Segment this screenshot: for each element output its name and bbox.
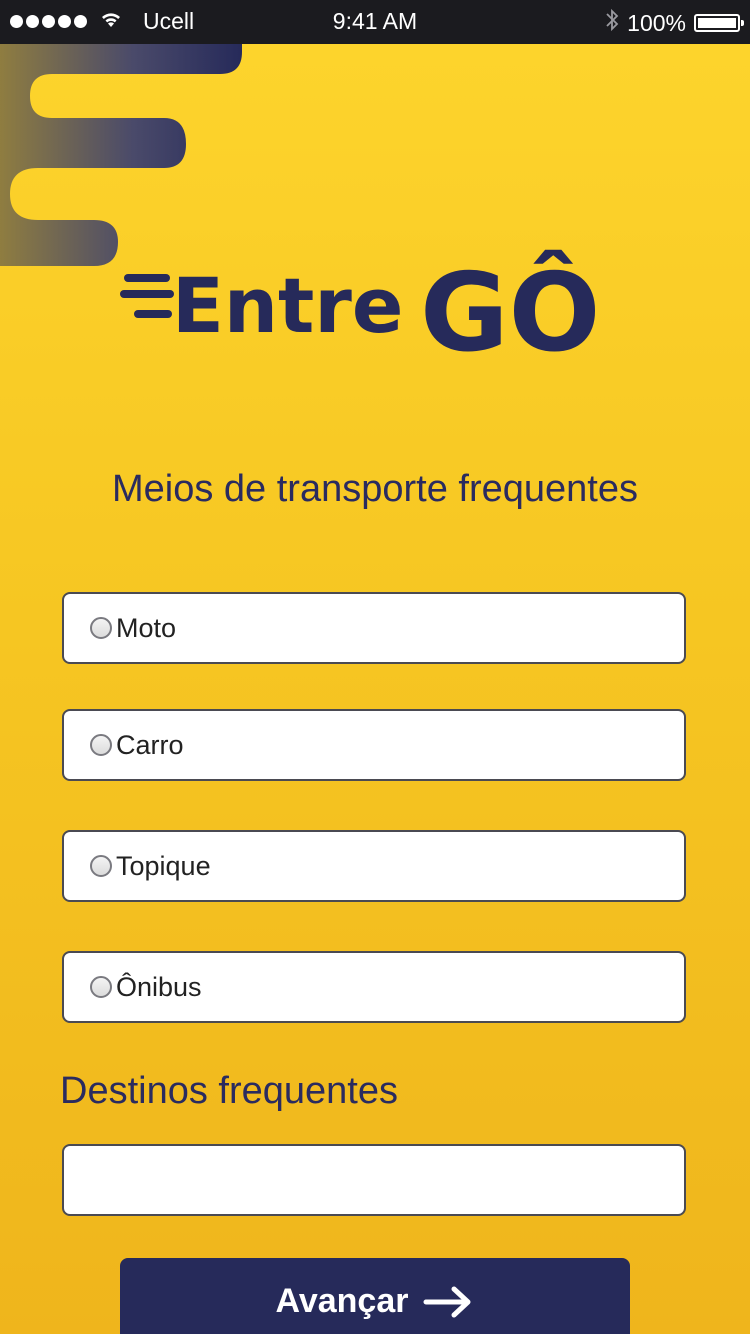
option-onibus[interactable]: Ônibus xyxy=(62,951,686,1023)
radio-circle-icon[interactable] xyxy=(90,855,112,877)
option-topique[interactable]: Topique xyxy=(62,830,686,902)
option-label: Moto xyxy=(116,612,177,643)
battery-icon xyxy=(694,14,744,32)
bluetooth-icon xyxy=(605,8,619,38)
arrow-right-icon xyxy=(422,1282,474,1327)
radio-circle-icon[interactable] xyxy=(90,976,112,998)
battery-percent: 100% xyxy=(627,9,686,36)
radio-circle-icon[interactable] xyxy=(90,617,112,639)
app-screen: Entre GÔ Meios de transporte frequentes … xyxy=(0,44,750,1334)
entrego-logo: Entre GÔ xyxy=(120,249,600,362)
option-label: Ônibus xyxy=(116,971,202,1002)
destinos-input[interactable] xyxy=(62,1144,686,1216)
svg-text:GÔ: GÔ xyxy=(420,249,600,362)
option-carro[interactable]: Carro xyxy=(62,709,686,781)
avancar-button-label: Avançar xyxy=(275,1282,409,1320)
destinos-section-title: Destinos frequentes xyxy=(60,1070,398,1112)
svg-text:Entre: Entre xyxy=(172,261,403,350)
option-moto[interactable]: Moto xyxy=(62,592,686,664)
avancar-button[interactable]: Avançar xyxy=(120,1258,630,1334)
option-label: Topique xyxy=(116,850,211,881)
status-right: 100% xyxy=(605,8,744,38)
option-label: Carro xyxy=(116,729,184,760)
radio-circle-icon[interactable] xyxy=(90,734,112,756)
transport-section-title: Meios de transporte frequentes xyxy=(112,468,638,510)
status-bar: Ucell 9:41 AM 100% xyxy=(0,0,750,44)
